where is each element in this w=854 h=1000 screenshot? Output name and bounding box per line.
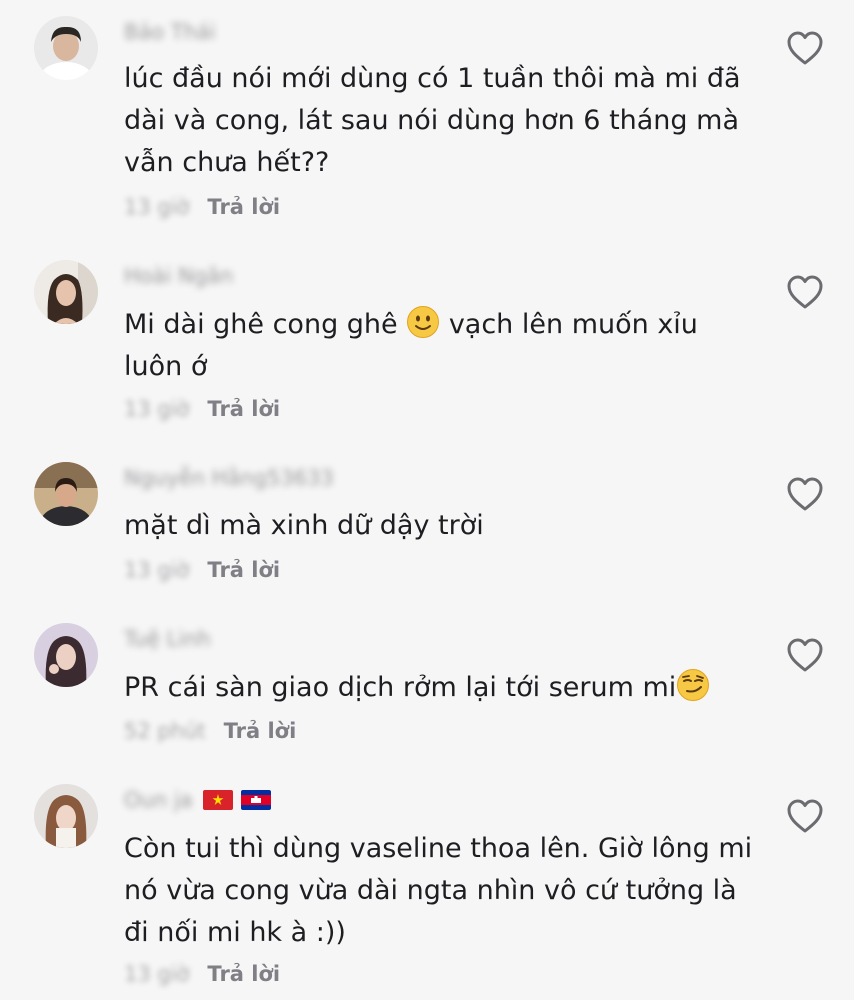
comment-time: 13 giờ bbox=[124, 397, 190, 421]
username[interactable]: Bảo Thái bbox=[124, 20, 216, 44]
reply-button[interactable]: Trả lời bbox=[207, 558, 280, 582]
heart-icon[interactable] bbox=[786, 637, 824, 673]
comment-meta: 52 phút Trả lời bbox=[124, 719, 296, 743]
avatar[interactable] bbox=[34, 462, 98, 526]
avatar[interactable] bbox=[34, 260, 98, 324]
comment-text: Mi dài ghê cong ghê vạch lên muốn xỉu lu… bbox=[124, 304, 764, 388]
comment-time: 13 giờ bbox=[124, 195, 190, 219]
vietnam-flag-icon bbox=[202, 790, 233, 810]
comment-time: 13 giờ bbox=[124, 558, 190, 582]
username-text[interactable]: Nguyễn Hằng53633 bbox=[124, 466, 334, 490]
username-text[interactable]: Bảo Thái bbox=[124, 20, 216, 44]
avatar[interactable] bbox=[34, 16, 98, 80]
flag-group bbox=[202, 790, 271, 810]
comment-meta: 13 giờ Trả lời bbox=[124, 195, 280, 219]
comment-text: lúc đầu nói mới dùng có 1 tuần thôi mà m… bbox=[124, 63, 741, 178]
reply-button[interactable]: Trả lời bbox=[207, 397, 280, 421]
comment-time: 52 phút bbox=[124, 719, 206, 743]
comment-meta: 13 giờ Trả lời bbox=[124, 558, 280, 582]
comment-text: PR cái sàn giao dịch rởm lại tới serum m… bbox=[124, 667, 764, 709]
comment-text: mặt dì mà xinh dữ dậy trời bbox=[124, 510, 484, 541]
username[interactable]: Tuệ Linh bbox=[124, 627, 211, 651]
username[interactable]: Hoài Ngân bbox=[124, 264, 233, 288]
comment-text-part: PR cái sàn giao dịch rởm lại tới serum m… bbox=[124, 672, 677, 703]
heart-icon[interactable] bbox=[786, 30, 824, 66]
comment-time: 13 giờ bbox=[124, 962, 190, 986]
reply-button[interactable]: Trả lời bbox=[224, 719, 297, 743]
username-text[interactable]: Tuệ Linh bbox=[124, 627, 211, 651]
username-text[interactable]: Oun ja bbox=[124, 788, 193, 812]
avatar[interactable] bbox=[34, 784, 98, 848]
username[interactable]: Nguyễn Hằng53633 bbox=[124, 466, 334, 490]
comment-meta: 13 giờ Trả lời bbox=[124, 397, 280, 421]
cambodia-flag-icon bbox=[240, 790, 271, 810]
username[interactable]: Oun ja bbox=[124, 788, 271, 812]
heart-icon[interactable] bbox=[786, 798, 824, 834]
comment-text-part: Mi dài ghê cong ghê bbox=[124, 309, 407, 340]
avatar[interactable] bbox=[34, 623, 98, 687]
slightly-smiling-face-emoji bbox=[406, 305, 440, 339]
comment-text: Còn tui thì dùng vaseline thoa lên. Giờ … bbox=[124, 833, 753, 948]
heart-icon[interactable] bbox=[786, 476, 824, 512]
reply-button[interactable]: Trả lời bbox=[207, 962, 280, 986]
username-text[interactable]: Hoài Ngân bbox=[124, 264, 233, 288]
reply-button[interactable]: Trả lời bbox=[207, 195, 280, 219]
heart-icon[interactable] bbox=[786, 274, 824, 310]
comment-meta: 13 giờ Trả lời bbox=[124, 962, 280, 986]
smirking-face-emoji bbox=[676, 668, 710, 702]
